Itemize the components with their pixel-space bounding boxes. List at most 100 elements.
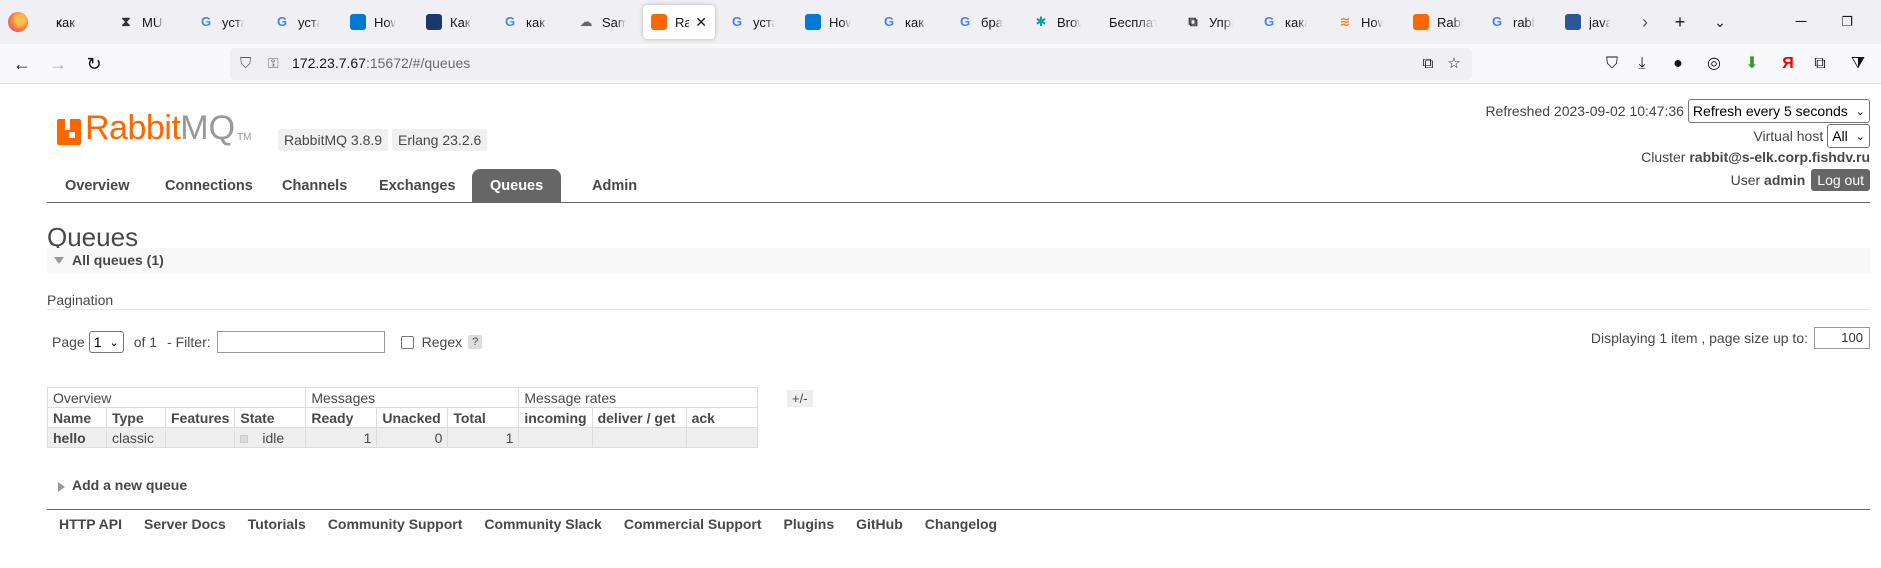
minimize-icon[interactable]: ─ bbox=[1778, 8, 1824, 36]
extension-icon[interactable]: ◎ bbox=[1702, 53, 1726, 75]
col-type[interactable]: Type bbox=[106, 407, 166, 428]
translate-ext-icon[interactable]: ⧉ bbox=[1808, 53, 1832, 75]
downloads-icon[interactable]: ⤓ bbox=[1630, 53, 1654, 75]
rabbitmq-icon bbox=[651, 14, 667, 30]
tab-1[interactable]: ⧗ MUM bbox=[110, 5, 172, 39]
page-select[interactable]: 1 ⌄ bbox=[88, 331, 124, 353]
state-indicator-icon bbox=[240, 434, 249, 443]
page-select-value: 1 bbox=[93, 334, 102, 350]
displaying-label: Displaying 1 item , page size up to: bbox=[1590, 330, 1808, 346]
col-ready[interactable]: Ready bbox=[305, 407, 378, 428]
rabbitmq-logo[interactable]: Rabbit MQ TM bbox=[57, 111, 252, 145]
firefox-icon[interactable] bbox=[8, 12, 28, 32]
tab-queues[interactable]: Queues bbox=[472, 169, 562, 203]
tab-exchanges[interactable]: Exchanges bbox=[361, 169, 474, 203]
page-label: Page bbox=[52, 334, 85, 350]
col-name[interactable]: Name bbox=[47, 407, 107, 428]
pagination-label: Pagination bbox=[47, 292, 114, 308]
stackoverflow-icon: ≋ bbox=[1339, 14, 1351, 29]
url-text[interactable]: 172.23.7.67:15672/#/queues bbox=[292, 55, 470, 71]
footer-link-tutorials[interactable]: Tutorials bbox=[248, 516, 306, 532]
queue-name-link[interactable]: hello bbox=[47, 427, 107, 448]
tab-16[interactable]: G кака в bbox=[1253, 5, 1315, 39]
tab-4[interactable]: How t bbox=[342, 5, 404, 39]
col-features[interactable]: Features bbox=[164, 407, 236, 428]
tab-14[interactable]: Бесплатн bbox=[1101, 5, 1165, 39]
footer-link-commercial-support[interactable]: Commercial Support bbox=[624, 516, 762, 532]
tab-title: Samb bbox=[602, 14, 626, 30]
tab-3[interactable]: G устан bbox=[266, 5, 328, 39]
chevron-down-icon: ⌄ bbox=[1855, 105, 1865, 118]
logo-mq-text: MQ bbox=[180, 109, 236, 147]
col-deliver-get[interactable]: deliver / get bbox=[591, 407, 687, 428]
pocket-icon[interactable]: ⛉ bbox=[1600, 53, 1624, 75]
column-toggle-button[interactable]: +/- bbox=[787, 390, 813, 407]
bookmark-star-icon[interactable]: ☆ bbox=[1444, 54, 1464, 74]
download-manager-icon[interactable]: ⬇ bbox=[1740, 53, 1764, 75]
footer-link-community-support[interactable]: Community Support bbox=[328, 516, 463, 532]
tab-15[interactable]: ⧉ Управ bbox=[1177, 5, 1241, 39]
col-unacked[interactable]: Unacked bbox=[376, 407, 449, 428]
tab-overview[interactable]: Overview bbox=[47, 169, 148, 203]
queue-total: 1 bbox=[447, 427, 520, 448]
reload-icon[interactable]: ↻ bbox=[80, 52, 108, 76]
tab-7[interactable]: ☁ Samb bbox=[570, 5, 634, 39]
filter-input[interactable] bbox=[216, 331, 385, 353]
shield-icon[interactable]: ⛉ bbox=[240, 55, 256, 73]
tab-admin[interactable]: Admin bbox=[574, 169, 655, 203]
tab-title: как св bbox=[56, 14, 80, 30]
tab-11[interactable]: G как ус bbox=[873, 5, 935, 39]
tab-title: Как ус bbox=[450, 14, 472, 30]
add-queue-section-toggle[interactable]: Add a new queue bbox=[47, 475, 187, 495]
tab-19[interactable]: G rabbit bbox=[1481, 5, 1543, 39]
tab-2[interactable]: G устан bbox=[190, 5, 252, 39]
yandex-icon[interactable]: Я bbox=[1776, 53, 1800, 75]
tab-10[interactable]: How t bbox=[797, 5, 859, 39]
footer-link-github[interactable]: GitHub bbox=[856, 516, 903, 532]
back-icon[interactable]: ← bbox=[8, 52, 36, 76]
tab-9[interactable]: G устан bbox=[721, 5, 783, 39]
tab-6[interactable]: G как по bbox=[494, 5, 556, 39]
all-queues-section-toggle[interactable]: All queues (1) bbox=[47, 248, 1870, 273]
footer-link-plugins[interactable]: Plugins bbox=[784, 516, 835, 532]
tab-17[interactable]: ≋ How t bbox=[1329, 5, 1391, 39]
tab-0[interactable]: как св bbox=[56, 5, 80, 39]
insecure-lock-icon[interactable]: ⚿ bbox=[268, 55, 284, 73]
col-incoming[interactable]: incoming bbox=[518, 407, 593, 428]
tab-20[interactable]: java - bbox=[1557, 5, 1619, 39]
tab-5[interactable]: Как ус bbox=[418, 5, 480, 39]
filter-label: - Filter: bbox=[167, 334, 211, 350]
restore-icon[interactable]: ❐ bbox=[1824, 8, 1870, 36]
tab-18[interactable]: Rabbit bbox=[1405, 5, 1471, 39]
tab-channels[interactable]: Channels bbox=[264, 169, 365, 203]
queue-unacked: 0 bbox=[376, 427, 449, 448]
refresh-interval-select[interactable]: Refresh every 5 seconds ⌄ bbox=[1687, 99, 1870, 123]
help-button[interactable]: ? bbox=[468, 335, 483, 349]
tab-8-active[interactable]: Rab ✕ bbox=[643, 5, 715, 39]
url-bar[interactable]: ⛉ ⚿ 172.23.7.67:15672/#/queues ⧉ ☆ bbox=[230, 48, 1472, 80]
tab-12[interactable]: G брауз bbox=[949, 5, 1011, 39]
table-row[interactable]: hello classic idle 1 0 1 bbox=[47, 427, 758, 448]
extensions-icon[interactable]: ⧩ bbox=[1846, 53, 1870, 75]
footer-link-server-docs[interactable]: Server Docs bbox=[144, 516, 226, 532]
col-state[interactable]: State bbox=[234, 407, 307, 428]
footer-link-changelog[interactable]: Changelog bbox=[925, 516, 997, 532]
new-tab-icon[interactable]: + bbox=[1668, 10, 1692, 34]
regex-checkbox[interactable] bbox=[400, 335, 414, 349]
cluster-label: Cluster bbox=[1641, 149, 1686, 165]
translate-icon[interactable]: ⧉ bbox=[1418, 54, 1438, 74]
list-tabs-icon[interactable]: ⌄ bbox=[1708, 10, 1732, 34]
close-tab-icon[interactable]: ✕ bbox=[689, 14, 707, 31]
col-total[interactable]: Total bbox=[447, 407, 520, 428]
page-size-input[interactable]: 100 bbox=[1814, 327, 1870, 349]
footer-link-http-api[interactable]: HTTP API bbox=[59, 516, 122, 532]
tab-13[interactable]: ✱ Brows bbox=[1025, 5, 1089, 39]
virtual-host-select[interactable]: All ⌄ bbox=[1827, 124, 1870, 148]
forward-icon[interactable]: → bbox=[44, 52, 72, 76]
info-icon[interactable]: ● bbox=[1666, 53, 1690, 75]
col-ack[interactable]: ack bbox=[685, 407, 758, 428]
tab-scroll-right-icon[interactable]: › bbox=[1633, 10, 1657, 34]
google-icon: G bbox=[959, 14, 971, 29]
footer-link-community-slack[interactable]: Community Slack bbox=[484, 516, 601, 532]
tab-connections[interactable]: Connections bbox=[147, 169, 271, 203]
